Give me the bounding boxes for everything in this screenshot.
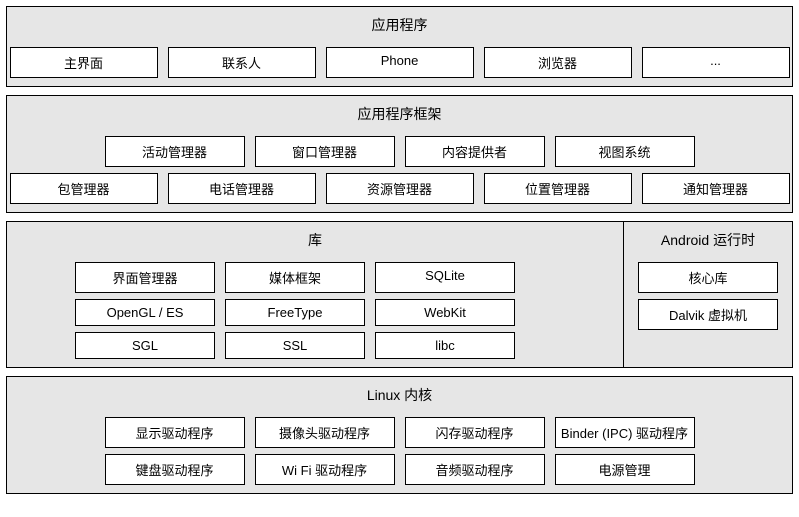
kernel-box: Binder (IPC) 驱动程序 [555,417,695,448]
lib-box: OpenGL / ES [75,299,215,326]
lib-box: SSL [225,332,365,359]
lib-box: SGL [75,332,215,359]
runtime-box: Dalvik 虚拟机 [638,299,778,330]
kernel-box: 音频驱动程序 [405,454,545,485]
app-box: ... [642,47,790,78]
kernel-layer: Linux 内核 显示驱动程序 摄像头驱动程序 闪存驱动程序 Binder (I… [6,376,793,494]
libraries-layer: 库 界面管理器 媒体框架 SQLite OpenGL / ES FreeType… [6,221,623,368]
kernel-title: Linux 内核 [15,383,784,411]
lib-box: WebKit [375,299,515,326]
app-box: 浏览器 [484,47,632,78]
framework-box: 视图系统 [555,136,695,167]
framework-box: 窗口管理器 [255,136,395,167]
app-box: 联系人 [168,47,316,78]
libraries-title: 库 [15,228,615,256]
kernel-row1: 显示驱动程序 摄像头驱动程序 闪存驱动程序 Binder (IPC) 驱动程序 [15,417,784,448]
framework-box: 资源管理器 [326,173,474,204]
applications-row: 主界面 联系人 Phone 浏览器 ... [15,47,784,78]
lib-box: 界面管理器 [75,262,215,293]
runtime-row2: Dalvik 虚拟机 [632,299,784,330]
app-box: 主界面 [10,47,158,78]
framework-box: 活动管理器 [105,136,245,167]
applications-layer: 应用程序 主界面 联系人 Phone 浏览器 ... [6,6,793,87]
kernel-box: 电源管理 [555,454,695,485]
kernel-box: 显示驱动程序 [105,417,245,448]
lib-box: FreeType [225,299,365,326]
framework-box: 通知管理器 [642,173,790,204]
libraries-row3: SGL SSL libc [15,332,615,359]
framework-layer: 应用程序框架 活动管理器 窗口管理器 内容提供者 视图系统 包管理器 电话管理器… [6,95,793,213]
libs-runtime-split: 库 界面管理器 媒体框架 SQLite OpenGL / ES FreeType… [6,221,793,368]
framework-box: 包管理器 [10,173,158,204]
runtime-row1: 核心库 [632,262,784,293]
framework-row2: 包管理器 电话管理器 资源管理器 位置管理器 通知管理器 [15,173,784,204]
applications-title: 应用程序 [15,13,784,41]
kernel-box: 摄像头驱动程序 [255,417,395,448]
lib-box: libc [375,332,515,359]
app-box: Phone [326,47,474,78]
lib-box: SQLite [375,262,515,293]
runtime-layer: Android 运行时 核心库 Dalvik 虚拟机 [623,221,793,368]
libraries-row1: 界面管理器 媒体框架 SQLite [15,262,615,293]
lib-box: 媒体框架 [225,262,365,293]
kernel-box: Wi Fi 驱动程序 [255,454,395,485]
runtime-title: Android 运行时 [632,228,784,256]
libraries-row2: OpenGL / ES FreeType WebKit [15,299,615,326]
framework-box: 内容提供者 [405,136,545,167]
framework-box: 电话管理器 [168,173,316,204]
framework-title: 应用程序框架 [15,102,784,130]
framework-box: 位置管理器 [484,173,632,204]
framework-row1: 活动管理器 窗口管理器 内容提供者 视图系统 [15,136,784,167]
kernel-row2: 键盘驱动程序 Wi Fi 驱动程序 音频驱动程序 电源管理 [15,454,784,485]
kernel-box: 键盘驱动程序 [105,454,245,485]
kernel-box: 闪存驱动程序 [405,417,545,448]
runtime-box: 核心库 [638,262,778,293]
